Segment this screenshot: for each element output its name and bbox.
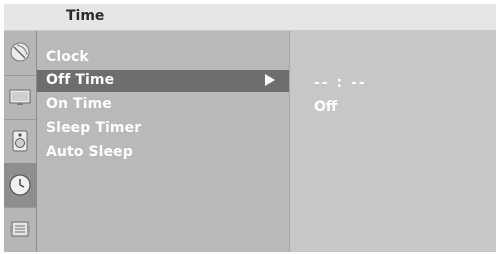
menu-item-on-time[interactable]: On Time <box>37 94 289 116</box>
category-station[interactable] <box>4 31 36 76</box>
submenu-arrow-icon <box>265 74 275 86</box>
menu-item-sleep-timer[interactable]: Sleep Timer <box>37 118 289 140</box>
speaker-audio-icon <box>12 130 28 152</box>
off-time-value[interactable]: -- : -- <box>314 75 367 91</box>
tv-menu-window: Time Clock Off Time On Time Sleep Timer … <box>4 4 496 252</box>
menu-item-label: Sleep Timer <box>46 120 142 136</box>
satellite-dish-icon <box>10 42 30 62</box>
menu-item-off-time[interactable]: Off Time <box>37 70 289 92</box>
title-bar: Time <box>4 4 496 31</box>
menu-item-auto-sleep[interactable]: Auto Sleep <box>37 142 289 164</box>
category-option[interactable] <box>4 207 36 251</box>
menu-item-label: On Time <box>46 96 112 112</box>
off-time-submenu: -- : -- Off <box>290 31 496 252</box>
picture-monitor-icon <box>9 89 31 105</box>
menu-item-clock[interactable]: Clock <box>37 47 289 69</box>
category-icon-column <box>4 31 37 252</box>
category-picture[interactable] <box>4 75 36 120</box>
clock-icon <box>9 174 31 196</box>
menu-item-label: Clock <box>46 49 89 65</box>
menu-item-label: Auto Sleep <box>46 144 133 160</box>
time-menu-list: Clock Off Time On Time Sleep Timer Auto … <box>37 31 290 252</box>
off-time-status[interactable]: Off <box>314 99 337 115</box>
category-audio[interactable] <box>4 119 36 164</box>
menu-title: Time <box>66 8 105 24</box>
menu-item-label: Off Time <box>46 72 115 88</box>
category-time[interactable] <box>4 163 36 208</box>
option-settings-icon <box>10 221 30 237</box>
